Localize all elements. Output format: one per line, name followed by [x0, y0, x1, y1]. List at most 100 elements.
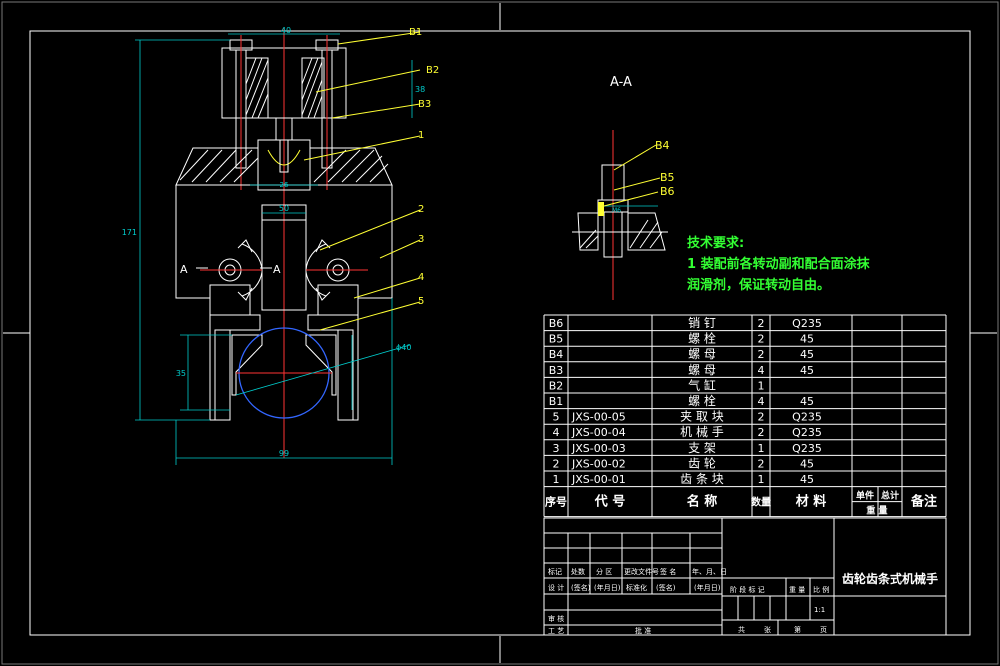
- bom-cell-no: 3: [553, 442, 560, 455]
- bom-cell-name: 支 架: [688, 441, 716, 455]
- tb-r1-c: 分 区: [596, 567, 612, 576]
- bom-cell-qty: 4: [758, 364, 765, 377]
- bom-cell-material: 45: [800, 457, 814, 470]
- bom-cell-no: 5: [553, 411, 560, 424]
- tech-line1: 1 装配前各转动副和配合面涂抹: [687, 256, 871, 272]
- tb-sheets-a: 共: [738, 625, 745, 634]
- bom-cell-no: B5: [549, 333, 564, 346]
- dim-height35: 35: [176, 369, 186, 378]
- leader-b2: B2: [426, 65, 439, 76]
- leader-5: 5: [418, 296, 424, 307]
- bom-cell-material: 45: [800, 333, 814, 346]
- bom-cell-qty: 4: [758, 395, 765, 408]
- bom-header-weight-total: 总计: [881, 490, 899, 502]
- bom-cell-material: 45: [800, 395, 814, 408]
- bom-cell-qty: 2: [758, 348, 765, 361]
- tb-r2-d: 标准化: [626, 583, 647, 592]
- bom-cell-no: B6: [549, 317, 564, 330]
- dim-overall-width: 99: [279, 449, 289, 458]
- tb-r2-b: (签名): [571, 583, 591, 592]
- bom-header-weight-unit: 单件: [856, 490, 874, 502]
- leader-4: 4: [418, 272, 424, 283]
- bom-cell-material: Q235: [792, 411, 822, 424]
- bom-header-material: 材 料: [796, 494, 827, 510]
- bom-cell-no: 2: [553, 457, 560, 470]
- bom-cell-name: 机 械 手: [680, 424, 724, 439]
- bom-header-remark: 备注: [910, 494, 937, 510]
- bom-header-qty: 数量: [751, 496, 771, 509]
- tb-r2-c: (年月日): [594, 583, 621, 592]
- bom-cell-name: 螺 栓: [688, 331, 716, 346]
- bom-cell-material: 45: [800, 364, 814, 377]
- bom-cell-material: 45: [800, 348, 814, 361]
- sheet-frame: [1, 1, 999, 665]
- tb-r1-d: 更改文件号: [624, 567, 659, 576]
- dim-detail: M6: [612, 207, 621, 214]
- tb-r1-a: 标记: [548, 567, 562, 576]
- bom-cell-no: 4: [553, 426, 560, 439]
- bom-cell-qty: 2: [758, 457, 765, 470]
- bom-cell-qty: 2: [758, 333, 765, 346]
- leader-b4: B4: [655, 139, 670, 152]
- tb-sheets-d: 页: [820, 626, 827, 634]
- bom-cell-material: Q235: [792, 442, 822, 455]
- bom-cell-qty: 2: [758, 317, 765, 330]
- bom-cell-code: JXS-00-05: [571, 411, 626, 424]
- bom-cell-no: B1: [549, 395, 564, 408]
- dim-top-width: 40: [281, 26, 291, 35]
- section-label: A-A: [610, 75, 632, 90]
- bom-cell-name: 夹 取 块: [680, 410, 724, 424]
- section-mark-right: A: [273, 263, 281, 276]
- dim-slot: 50: [279, 204, 289, 213]
- bom-cell-name: 螺 母: [688, 347, 716, 361]
- tb-r1-b: 处数: [571, 567, 585, 576]
- tb-r2-e: (签名): [656, 583, 676, 592]
- tb-r2-a: 设 计: [548, 583, 564, 592]
- tb-stage-a: 阶 段 标 记: [730, 585, 765, 594]
- tb-r3-a: 审 核: [548, 614, 564, 623]
- leader-3: 3: [418, 234, 424, 245]
- leader-b1: B1: [409, 27, 422, 38]
- bom-header-code: 代 号: [594, 494, 626, 510]
- bom-cell-name: 气 缸: [688, 377, 716, 392]
- leader-b5: B5: [660, 171, 675, 184]
- bom-header-weight: 重 量: [866, 505, 887, 517]
- leader-2: 2: [418, 204, 424, 215]
- dim-top-height: 38: [415, 85, 425, 94]
- bom-cell-no: B4: [549, 348, 564, 361]
- tb-scale: 1:1: [814, 606, 825, 614]
- bom-cell-code: JXS-00-04: [571, 426, 626, 439]
- bom-cell-code: JXS-00-03: [571, 442, 626, 455]
- tb-r4-a: 工 艺: [548, 627, 564, 635]
- tb-sheets-c: 第: [794, 625, 801, 634]
- main-view: [135, 28, 421, 465]
- dim-overall-height: 171: [122, 228, 137, 237]
- tb-sheets-b: 张: [764, 625, 771, 634]
- bom-cell-name: 螺 栓: [688, 393, 716, 408]
- bom-cell-qty: 1: [758, 379, 765, 392]
- tb-stage-b: 重 量: [789, 586, 805, 594]
- bom-cell-name: 齿 条 块: [680, 472, 724, 486]
- tech-line2: 润滑剂，保证转动自由。: [687, 277, 830, 293]
- bom-cell-name: 销 钉: [688, 316, 716, 330]
- tb-stage-c: 比 例: [813, 585, 829, 594]
- bom-header-name: 名 称: [687, 494, 718, 510]
- dim-diameter: ϕ40: [396, 343, 411, 352]
- bom-cell-qty: 1: [758, 473, 765, 486]
- tb-r1-f: 年、月、日: [692, 567, 727, 576]
- leader-b6: B6: [660, 185, 675, 198]
- dim-neck: 26: [280, 181, 289, 189]
- cad-drawing: 40 38 26 171 50 35 ϕ40 99 A A B1 B2 B3 1…: [1, 1, 999, 665]
- tb-r4-b: 批 准: [635, 626, 651, 635]
- bom-cell-code: JXS-00-01: [571, 473, 626, 486]
- bom-cell-qty: 2: [758, 411, 765, 424]
- tech-title: 技术要求:: [687, 235, 744, 251]
- tb-r2-f: (年月日): [694, 583, 721, 592]
- bom-cell-qty: 1: [758, 442, 765, 455]
- leader-b3: B3: [418, 99, 431, 110]
- bom-cell-material: 45: [800, 473, 814, 486]
- section-detail: [572, 130, 668, 300]
- drawing-title: 齿轮齿条式机械手: [842, 571, 938, 586]
- bom-cell-name: 齿 轮: [688, 456, 716, 470]
- bom-cell-qty: 2: [758, 426, 765, 439]
